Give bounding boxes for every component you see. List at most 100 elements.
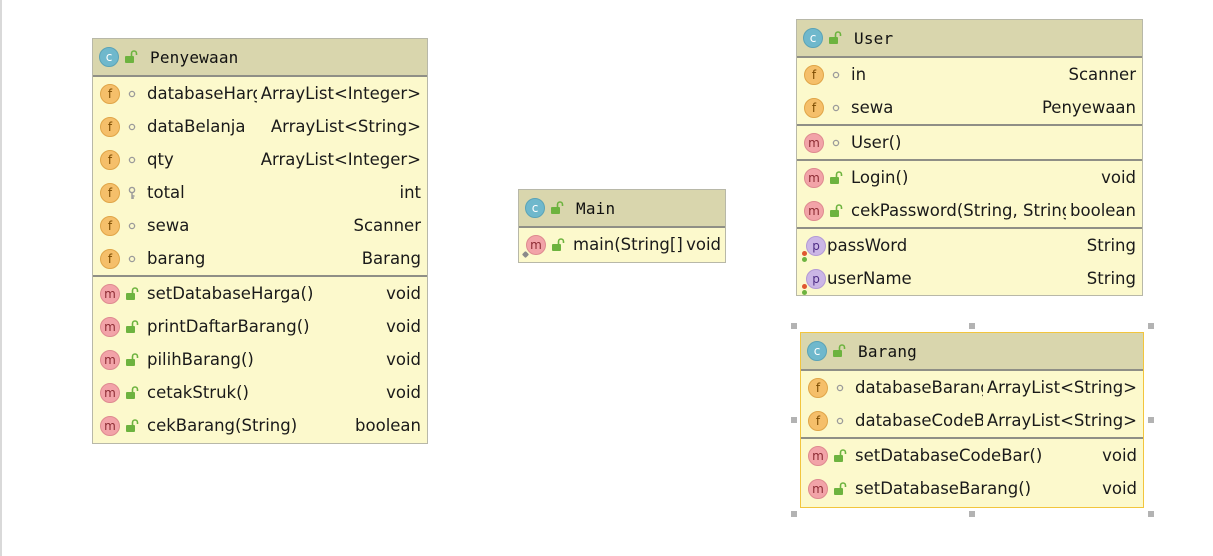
resize-handle-bottom-right[interactable] — [1148, 511, 1154, 517]
method-icon: m — [804, 167, 824, 188]
method-row[interactable]: m cekPassword(String, String) boolean — [797, 194, 1142, 227]
member-type: String — [1086, 236, 1136, 255]
field-row[interactable]: f sewa Penyewaan — [797, 91, 1142, 124]
package-private-icon — [829, 68, 843, 82]
field-row[interactable]: f databaseCodeBar ArrayList<String> — [801, 404, 1143, 437]
public-lock-icon — [125, 353, 139, 367]
method-icon: m — [100, 415, 120, 436]
member-type: ArrayList<String> — [270, 117, 421, 136]
member-type: void — [386, 383, 421, 402]
member-type: Scanner — [353, 216, 421, 235]
public-lock-icon — [833, 482, 847, 496]
member-name: userName — [827, 269, 912, 288]
method-row[interactable]: m main(String[]) void — [519, 228, 725, 261]
class-header[interactable]: c User — [797, 20, 1142, 58]
member-type: Penyewaan — [1041, 98, 1136, 117]
package-private-icon — [829, 136, 843, 150]
property-row[interactable]: p passWord String — [797, 229, 1142, 262]
field-row[interactable]: f databaseHarga ArrayList<Integer> — [93, 77, 427, 110]
package-private-icon — [125, 252, 139, 266]
member-name: setDatabaseHarga() — [147, 284, 314, 303]
constructors-section: m User() — [797, 126, 1142, 161]
resize-handle-bottom[interactable] — [969, 511, 975, 517]
field-row[interactable]: f in Scanner — [797, 58, 1142, 91]
field-icon: f — [804, 64, 824, 85]
member-name: User() — [851, 133, 902, 152]
member-name: barang — [147, 249, 206, 268]
method-row[interactable]: m setDatabaseHarga() void — [93, 277, 427, 310]
field-icon: f — [804, 97, 824, 118]
class-barang[interactable]: c Barang f databaseBarang ArrayList<Stri… — [800, 332, 1144, 508]
field-row[interactable]: f qty ArrayList<Integer> — [93, 143, 427, 176]
package-private-icon — [829, 101, 843, 115]
class-penyewaan[interactable]: c Penyewaan f databaseHarga ArrayList<In… — [92, 38, 428, 444]
member-type: void — [686, 235, 721, 254]
public-lock-icon — [125, 419, 139, 433]
member-type: void — [386, 317, 421, 336]
class-user[interactable]: c User f in Scanner f sewa Penyewaan m U… — [796, 19, 1143, 296]
field-row[interactable]: f barang Barang — [93, 242, 427, 275]
resize-handle-top[interactable] — [969, 323, 975, 329]
property-icon: p — [802, 268, 826, 295]
resize-handle-right[interactable] — [1148, 417, 1154, 423]
method-icon: m — [804, 200, 824, 221]
method-row[interactable]: m Login() void — [797, 161, 1142, 194]
getter-marker-icon — [802, 283, 807, 289]
method-row[interactable]: m cetakStruk() void — [93, 376, 427, 409]
member-type: boolean — [355, 416, 421, 435]
class-header[interactable]: c Penyewaan — [93, 39, 427, 77]
member-name: cekBarang(String) — [147, 416, 298, 435]
field-icon: f — [100, 182, 120, 203]
public-lock-icon — [829, 171, 843, 185]
member-name: qty — [147, 150, 174, 169]
public-lock-icon — [125, 386, 139, 400]
static-marker-icon — [521, 250, 530, 258]
method-row[interactable]: m setDatabaseCodeBar() void — [801, 439, 1143, 472]
resize-handle-top-right[interactable] — [1148, 323, 1154, 329]
member-type: Scanner — [1068, 65, 1136, 84]
public-lock-icon — [829, 204, 843, 218]
methods-section: m main(String[]) void — [519, 228, 725, 261]
class-title: Main — [576, 198, 616, 218]
member-type: void — [1102, 446, 1137, 465]
property-row[interactable]: p userName String — [797, 262, 1142, 295]
member-type: void — [386, 350, 421, 369]
member-name: databaseHarga — [147, 84, 257, 103]
field-icon: f — [100, 215, 120, 236]
resize-handle-bottom-left[interactable] — [791, 511, 797, 517]
fields-section: f in Scanner f sewa Penyewaan — [797, 58, 1142, 126]
method-row[interactable]: m cekBarang(String) boolean — [93, 409, 427, 442]
field-icon: f — [100, 83, 120, 104]
method-icon: m — [808, 478, 828, 499]
class-icon: c — [807, 341, 827, 361]
member-name: total — [147, 183, 185, 202]
method-row[interactable]: m printDaftarBarang() void — [93, 310, 427, 343]
member-type: ArrayList<Integer> — [260, 84, 421, 103]
resize-handle-left[interactable] — [791, 417, 797, 423]
member-type: int — [399, 183, 421, 202]
field-row[interactable]: f dataBelanja ArrayList<String> — [93, 110, 427, 143]
constructor-row[interactable]: m User() — [797, 126, 1142, 159]
member-name: main(String[]) — [573, 235, 685, 254]
method-row[interactable]: m pilihBarang() void — [93, 343, 427, 376]
methods-section: m setDatabaseCodeBar() void m setDatabas… — [801, 439, 1143, 505]
class-header[interactable]: c Main — [519, 190, 725, 228]
private-key-icon — [125, 186, 139, 200]
member-name: cekPassword(String, String) — [851, 201, 1067, 220]
method-row[interactable]: m setDatabaseBarang() void — [801, 472, 1143, 505]
class-icon: c — [803, 28, 823, 48]
member-name: databaseCodeBar — [855, 411, 983, 430]
resize-handle-top-left[interactable] — [791, 323, 797, 329]
public-lock-icon — [832, 344, 846, 358]
method-icon: m — [100, 316, 120, 337]
field-row[interactable]: f sewa Scanner — [93, 209, 427, 242]
field-row[interactable]: f total int — [93, 176, 427, 209]
class-header[interactable]: c Barang — [801, 333, 1143, 371]
member-type: ArrayList<Integer> — [260, 150, 421, 169]
class-title: Penyewaan — [150, 47, 239, 67]
member-name: pilihBarang() — [147, 350, 254, 369]
public-lock-icon — [124, 50, 138, 64]
member-name: databaseBarang — [855, 378, 983, 397]
class-main[interactable]: c Main m main(String[]) void — [518, 189, 726, 263]
field-row[interactable]: f databaseBarang ArrayList<String> — [801, 371, 1143, 404]
